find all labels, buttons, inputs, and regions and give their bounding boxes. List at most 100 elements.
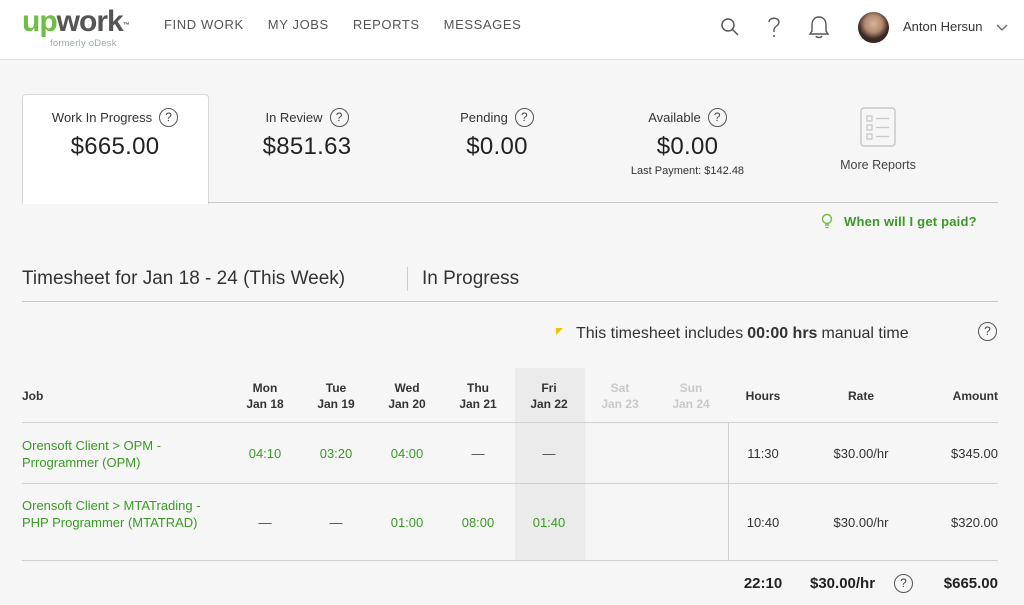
logo-work: work	[56, 5, 124, 38]
available-value: $0.00	[656, 133, 719, 160]
timesheet-status: In Progress	[422, 268, 520, 289]
nav-my-jobs[interactable]: MY JOBS	[268, 17, 329, 32]
manual-marker-icon	[556, 327, 563, 335]
in-review-label: In Review	[265, 110, 323, 125]
manual-note-post: manual time	[821, 325, 909, 342]
day-name: Sat	[610, 381, 630, 395]
cell-tue[interactable]: 03:20	[306, 446, 366, 461]
day-date: Jan 23	[601, 397, 639, 411]
help-icon[interactable]: ?	[894, 574, 913, 593]
cell-thu[interactable]: 08:00	[448, 515, 508, 530]
day-date: Jan 19	[317, 397, 355, 411]
header-row-divider	[22, 422, 998, 423]
cell-mon: —	[258, 515, 272, 530]
upwork-logo[interactable]: upwork™ formerly oDesk	[22, 5, 130, 50]
hours-column-divider	[728, 423, 729, 561]
in-review-value: $851.63	[262, 133, 352, 160]
cell-rate: $30.00/hr	[833, 515, 889, 530]
help-icon[interactable]: ?	[159, 108, 179, 127]
when-paid-label: When will I get paid?	[844, 213, 977, 229]
day-name: Fri	[541, 381, 557, 395]
col-header-sun: Sun Jan 24	[661, 380, 721, 412]
title-divider	[407, 267, 408, 291]
timesheet-rule	[22, 301, 998, 302]
lightbulb-icon	[821, 213, 833, 229]
work-in-progress-value: $665.00	[70, 133, 160, 160]
totals-divider	[22, 560, 998, 561]
pending-value: $0.00	[466, 133, 528, 160]
avatar[interactable]	[858, 12, 889, 43]
available-label: Available	[648, 110, 701, 125]
logo-up: up	[22, 5, 58, 38]
total-amount: $665.00	[943, 575, 998, 592]
help-icon[interactable]	[762, 14, 786, 40]
help-icon[interactable]: ?	[707, 108, 727, 127]
col-header-wed: Wed Jan 20	[377, 380, 437, 412]
col-header-mon: Mon Jan 18	[235, 380, 295, 412]
user-name[interactable]: Anton Hersun	[903, 19, 983, 34]
more-reports-button[interactable]: More Reports	[828, 106, 928, 172]
cell-wed[interactable]: 01:00	[377, 515, 437, 530]
cell-fri: —	[542, 446, 556, 461]
total-hours: 22:10	[743, 575, 783, 592]
day-date: Jan 18	[246, 397, 284, 411]
day-name: Sun	[679, 381, 703, 395]
work-in-progress-summary[interactable]: Work In Progress? $665.00	[40, 108, 190, 161]
col-header-hours: Hours	[745, 389, 781, 403]
day-name: Thu	[467, 381, 489, 395]
cell-rate: $30.00/hr	[833, 446, 889, 461]
day-date: Jan 20	[388, 397, 426, 411]
manual-note-hours: 00:00 hrs	[747, 325, 818, 342]
nav-find-work[interactable]: FIND WORK	[164, 17, 244, 32]
day-date: Jan 21	[459, 397, 497, 411]
col-header-fri: Fri Jan 22	[519, 380, 579, 412]
main-nav: FIND WORK MY JOBS REPORTS MESSAGES	[164, 17, 545, 32]
timesheet-title: Timesheet for Jan 18 - 24 (This Week)	[22, 268, 346, 289]
cell-wed[interactable]: 04:00	[377, 446, 437, 461]
day-date: Jan 22	[530, 397, 568, 411]
cell-mon[interactable]: 04:10	[235, 446, 295, 461]
day-name: Tue	[325, 381, 347, 395]
work-in-progress-label: Work In Progress	[51, 110, 153, 125]
more-reports-label: More Reports	[840, 158, 916, 172]
col-header-rate: Rate	[847, 389, 874, 403]
help-icon[interactable]: ?	[978, 322, 997, 341]
nav-reports[interactable]: REPORTS	[353, 17, 420, 32]
cell-hours: 11:30	[747, 446, 779, 461]
bell-icon[interactable]	[807, 14, 831, 40]
summary-divider	[208, 202, 998, 203]
cell-hours: 10:40	[746, 515, 780, 530]
top-header: upwork™ formerly oDesk FIND WORK MY JOBS…	[0, 0, 1024, 60]
cell-amount: $320.00	[951, 515, 998, 530]
logo-subtitle: formerly oDesk	[50, 38, 117, 49]
available-summary[interactable]: Available? $0.00 Last Payment: $142.48	[605, 108, 770, 177]
day-name: Wed	[394, 381, 420, 395]
row-divider	[22, 483, 998, 484]
pending-summary[interactable]: Pending? $0.00	[422, 108, 572, 161]
col-header-thu: Thu Jan 21	[448, 380, 508, 412]
col-header-job: Job	[22, 389, 44, 403]
day-date: Jan 24	[672, 397, 710, 411]
search-icon[interactable]	[718, 14, 742, 40]
cell-fri[interactable]: 01:40	[519, 515, 579, 530]
col-header-amount: Amount	[952, 389, 998, 403]
total-rate: $30.00/hr	[810, 575, 876, 592]
logo-trademark: ™	[122, 22, 130, 29]
job-link[interactable]: Orensoft Client > OPM - Prrogrammer (OPM…	[22, 437, 222, 471]
job-link[interactable]: Orensoft Client > MTATrading - PHP Progr…	[22, 497, 222, 531]
weekend-disabled-area	[585, 423, 728, 561]
cell-thu: —	[471, 446, 485, 461]
nav-messages[interactable]: MESSAGES	[444, 17, 522, 32]
when-paid-link[interactable]: When will I get paid?	[820, 213, 977, 229]
help-icon[interactable]: ?	[329, 108, 349, 127]
in-review-summary[interactable]: In Review? $851.63	[232, 108, 382, 161]
report-list-icon	[860, 107, 896, 147]
chevron-down-icon[interactable]	[996, 20, 1008, 32]
pending-label: Pending	[460, 110, 508, 125]
cell-tue: —	[329, 515, 343, 530]
last-payment: Last Payment: $142.48	[630, 165, 745, 177]
help-icon[interactable]: ?	[514, 108, 534, 127]
manual-note-pre: This timesheet includes	[576, 325, 744, 342]
col-header-tue: Tue Jan 19	[306, 380, 366, 412]
col-header-sat: Sat Jan 23	[590, 380, 650, 412]
